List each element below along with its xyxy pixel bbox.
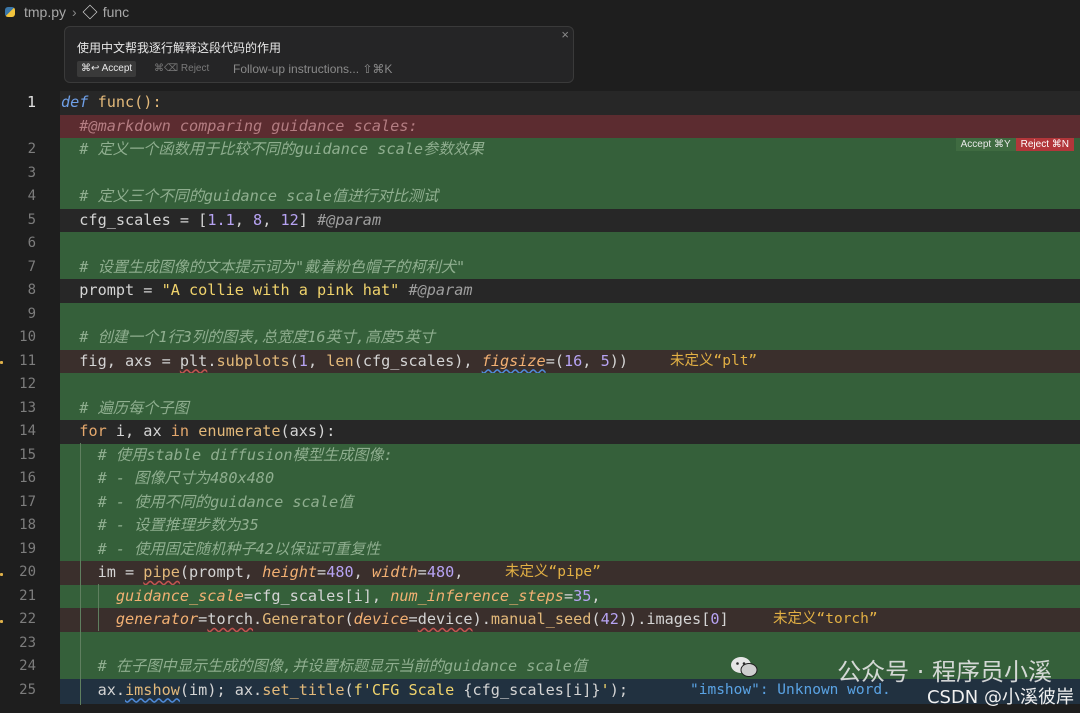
code-text[interactable]: generator=torch.Generator(device=device)… [61,608,729,632]
code-line: 19 # - 使用固定随机种子42以保证可重复性 [0,537,1080,562]
code-text[interactable]: # 定义一个函数用于比较不同的guidance scale参数效果 [61,138,484,162]
code-text[interactable]: #@markdown comparing guidance scales: [61,115,417,139]
code-line: 9 [0,302,1080,326]
code-text[interactable]: im = pipe(prompt, height=480, width=480, [61,561,464,585]
code-text[interactable]: # 定义三个不同的guidance scale值进行对比测试 [61,185,438,209]
code-line: 6 [0,232,1080,256]
code-line: 14 for i, ax in enumerate(axs): [0,420,1080,444]
code-line: 4 # 定义三个不同的guidance scale值进行对比测试 [0,185,1080,209]
code-line: 5 cfg_scales = [1.1, 8, 12] #@param [0,208,1080,233]
code-text[interactable]: # - 使用固定随机种子42以保证可重复性 [61,538,381,562]
code-text[interactable]: cfg_scales = [1.1, 8, 12] #@param [61,209,381,233]
warning-marker [0,620,3,623]
code-text[interactable]: # 设置生成图像的文本提示词为"戴着粉色帽子的柯利犬" [61,256,465,280]
line-number: 13 [19,399,36,416]
accept-diff-button[interactable]: Accept ⌘Y [955,138,1016,151]
line-number: 15 [19,446,36,463]
reject-button[interactable]: ⌘⌫ Reject [150,61,213,77]
watermark-channel: 公众号 · 程序员小溪 [837,658,1052,686]
accept-button[interactable]: ⌘↩ Accept [77,61,137,77]
code-text[interactable]: # - 图像尺寸为480x480 [61,467,275,491]
removed-line: #@markdown comparing guidance scales: [0,114,1080,139]
breadcrumb-symbol[interactable]: func [103,4,129,20]
code-text[interactable]: # - 设置推理步数为35 [61,514,259,538]
prompt-text: 使用中文帮我逐行解释这段代码的作用 [77,41,282,55]
line-number: 1 [26,93,36,111]
code-text[interactable]: # - 使用不同的guidance scale值 [61,491,354,515]
line-number: 18 [19,517,36,533]
line-number: 23 [19,634,36,651]
indent-guide [98,584,99,631]
breadcrumb-file[interactable]: tmp.py [24,4,66,20]
line-number: 17 [19,493,36,510]
diagnostic-message: 未定义“plt” [670,352,758,369]
line-number: 25 [19,681,36,698]
inline-prompt-panel: 使用中文帮我逐行解释这段代码的作用 × ⌘↩ Accept ⌘⌫ Reject … [64,26,574,83]
code-text[interactable]: prompt = "A collie with a pink hat" #@pa… [61,279,472,303]
chevron-right-icon: › [72,4,77,20]
line-number: 9 [27,305,36,322]
code-line: 20 im = pipe(prompt, height=480, width=4… [0,561,1080,585]
line-number: 19 [19,540,36,557]
followup-input[interactable]: Follow-up instructions... ⇧⌘K [233,61,392,77]
line-number: 7 [27,258,36,275]
code-line: 10 # 创建一个1行3列的图表,总宽度16英寸,高度5英寸 [0,326,1080,350]
python-file-icon [4,5,18,19]
code-text[interactable]: ax.imshow(im); ax.set_title(f'CFG Scale … [61,679,628,703]
code-line: 18 # - 设置推理步数为35 [0,514,1080,538]
line-number: 20 [19,564,36,580]
code-line: 12 [0,373,1080,397]
wechat-icon [731,657,758,677]
line-number: 14 [19,423,36,439]
line-number: 24 [19,658,36,674]
line-number: 5 [27,211,36,228]
code-text[interactable]: # 遍历每个子图 [61,397,188,421]
code-text[interactable]: fig, axs = plt.subplots(1, len(cfg_scale… [61,350,628,374]
indent-guide [80,443,81,705]
code-line: 8 prompt = "A collie with a pink hat" #@… [0,279,1080,303]
line-number: 22 [19,611,36,627]
code-line: 7 # 设置生成图像的文本提示词为"戴着粉色帽子的柯利犬" [0,255,1080,280]
code-text[interactable]: for i, ax in enumerate(axs): [61,420,335,444]
code-line: 17 # - 使用不同的guidance scale值 [0,490,1080,515]
code-line: 15 # 使用stable diffusion模型生成图像: [0,443,1080,468]
code-text[interactable]: guidance_scale=cfg_scales[i], num_infere… [61,585,601,609]
line-number: 4 [27,188,36,204]
code-line: 11 fig, axs = plt.subplots(1, len(cfg_sc… [0,349,1080,374]
code-line: 16 # - 图像尺寸为480x480 [0,467,1080,491]
code-line: 2 # 定义一个函数用于比较不同的guidance scale参数效果 [0,138,1080,162]
code-line: 21 guidance_scale=cfg_scales[i], num_inf… [0,584,1080,609]
line-number: 12 [19,376,36,392]
code-text[interactable]: def func(): [61,91,162,115]
code-line: 3 [0,161,1080,185]
cube-icon [82,4,98,20]
line-number: 10 [19,329,36,345]
line-number: 16 [19,470,36,486]
line-number: 11 [19,352,36,369]
diagnostic-message: 未定义“pipe” [505,564,601,580]
line-number: 6 [27,235,36,251]
line-number: 3 [27,164,36,181]
code-line: 13 # 遍历每个子图 [0,396,1080,421]
code-text[interactable]: # 在子图中显示生成的图像,并设置标题显示当前的guidance scale值 [61,655,588,679]
watermark-csdn: CSDN @小溪彼岸 [926,687,1074,708]
close-icon[interactable]: × [561,27,569,42]
line-number: 21 [19,587,36,604]
line-number: 8 [27,282,36,298]
code-text[interactable]: # 使用stable diffusion模型生成图像: [61,444,393,468]
diagnostic-message: 未定义“torch” [773,611,878,627]
warning-marker [0,573,3,576]
code-line: 22 generator=torch.Generator(device=devi… [0,608,1080,632]
diff-actions: Accept ⌘Y Reject ⌘N [955,138,1074,151]
code-text[interactable]: # 创建一个1行3列的图表,总宽度16英寸,高度5英寸 [61,326,435,350]
reject-diff-button[interactable]: Reject ⌘N [1015,138,1074,151]
code-line: 1 def func(): [0,91,1080,115]
breadcrumb: tmp.py › func [0,0,1080,24]
warning-marker [0,361,3,364]
line-number: 2 [27,141,36,157]
